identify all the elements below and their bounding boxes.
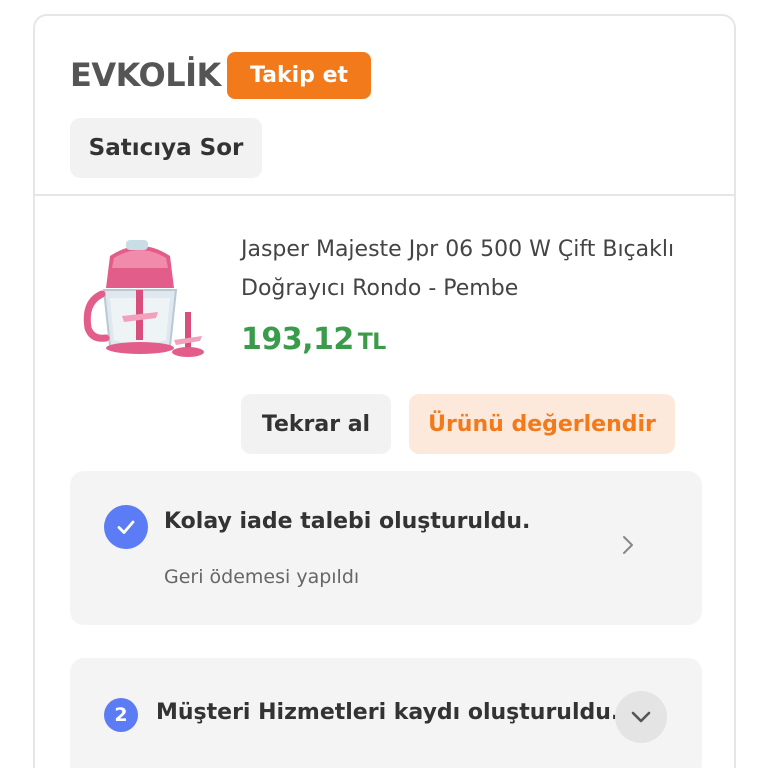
- return-status-title: Kolay iade talebi oluşturuldu.: [164, 509, 531, 534]
- divider: [35, 194, 734, 196]
- return-status-subtitle: Geri ödemesi yapıldı: [164, 566, 360, 588]
- rebuy-button[interactable]: Tekrar al: [241, 394, 391, 454]
- chevron-right-icon: [618, 531, 638, 559]
- order-card: EVKOLİK Takip et Satıcıya Sor Jasper Maj…: [33, 14, 736, 768]
- ask-seller-button[interactable]: Satıcıya Sor: [70, 118, 262, 178]
- service-ticket-panel[interactable]: 2 Müşteri Hizmetleri kaydı oluşturuldu.: [70, 658, 702, 768]
- price-value: 193,12: [241, 322, 354, 357]
- product-image[interactable]: [70, 228, 210, 368]
- follow-button[interactable]: Takip et: [227, 52, 371, 99]
- step-number-badge: 2: [104, 698, 138, 732]
- seller-name[interactable]: EVKOLİK: [70, 56, 221, 94]
- service-ticket-title: Müşteri Hizmetleri kaydı oluşturuldu.: [156, 700, 620, 725]
- chevron-down-icon: [631, 711, 651, 723]
- food-chopper-icon: [83, 240, 204, 357]
- return-status-panel[interactable]: Kolay iade talebi oluşturuldu. Geri ödem…: [70, 471, 702, 625]
- check-circle-icon: [104, 505, 148, 549]
- expand-button[interactable]: [615, 691, 667, 743]
- product-title[interactable]: Jasper Majeste Jpr 06 500 W Çift Bıçaklı…: [241, 230, 701, 308]
- review-product-button[interactable]: Ürünü değerlendir: [409, 394, 675, 454]
- product-price: 193,12 TL: [241, 322, 386, 357]
- price-currency: TL: [357, 330, 387, 355]
